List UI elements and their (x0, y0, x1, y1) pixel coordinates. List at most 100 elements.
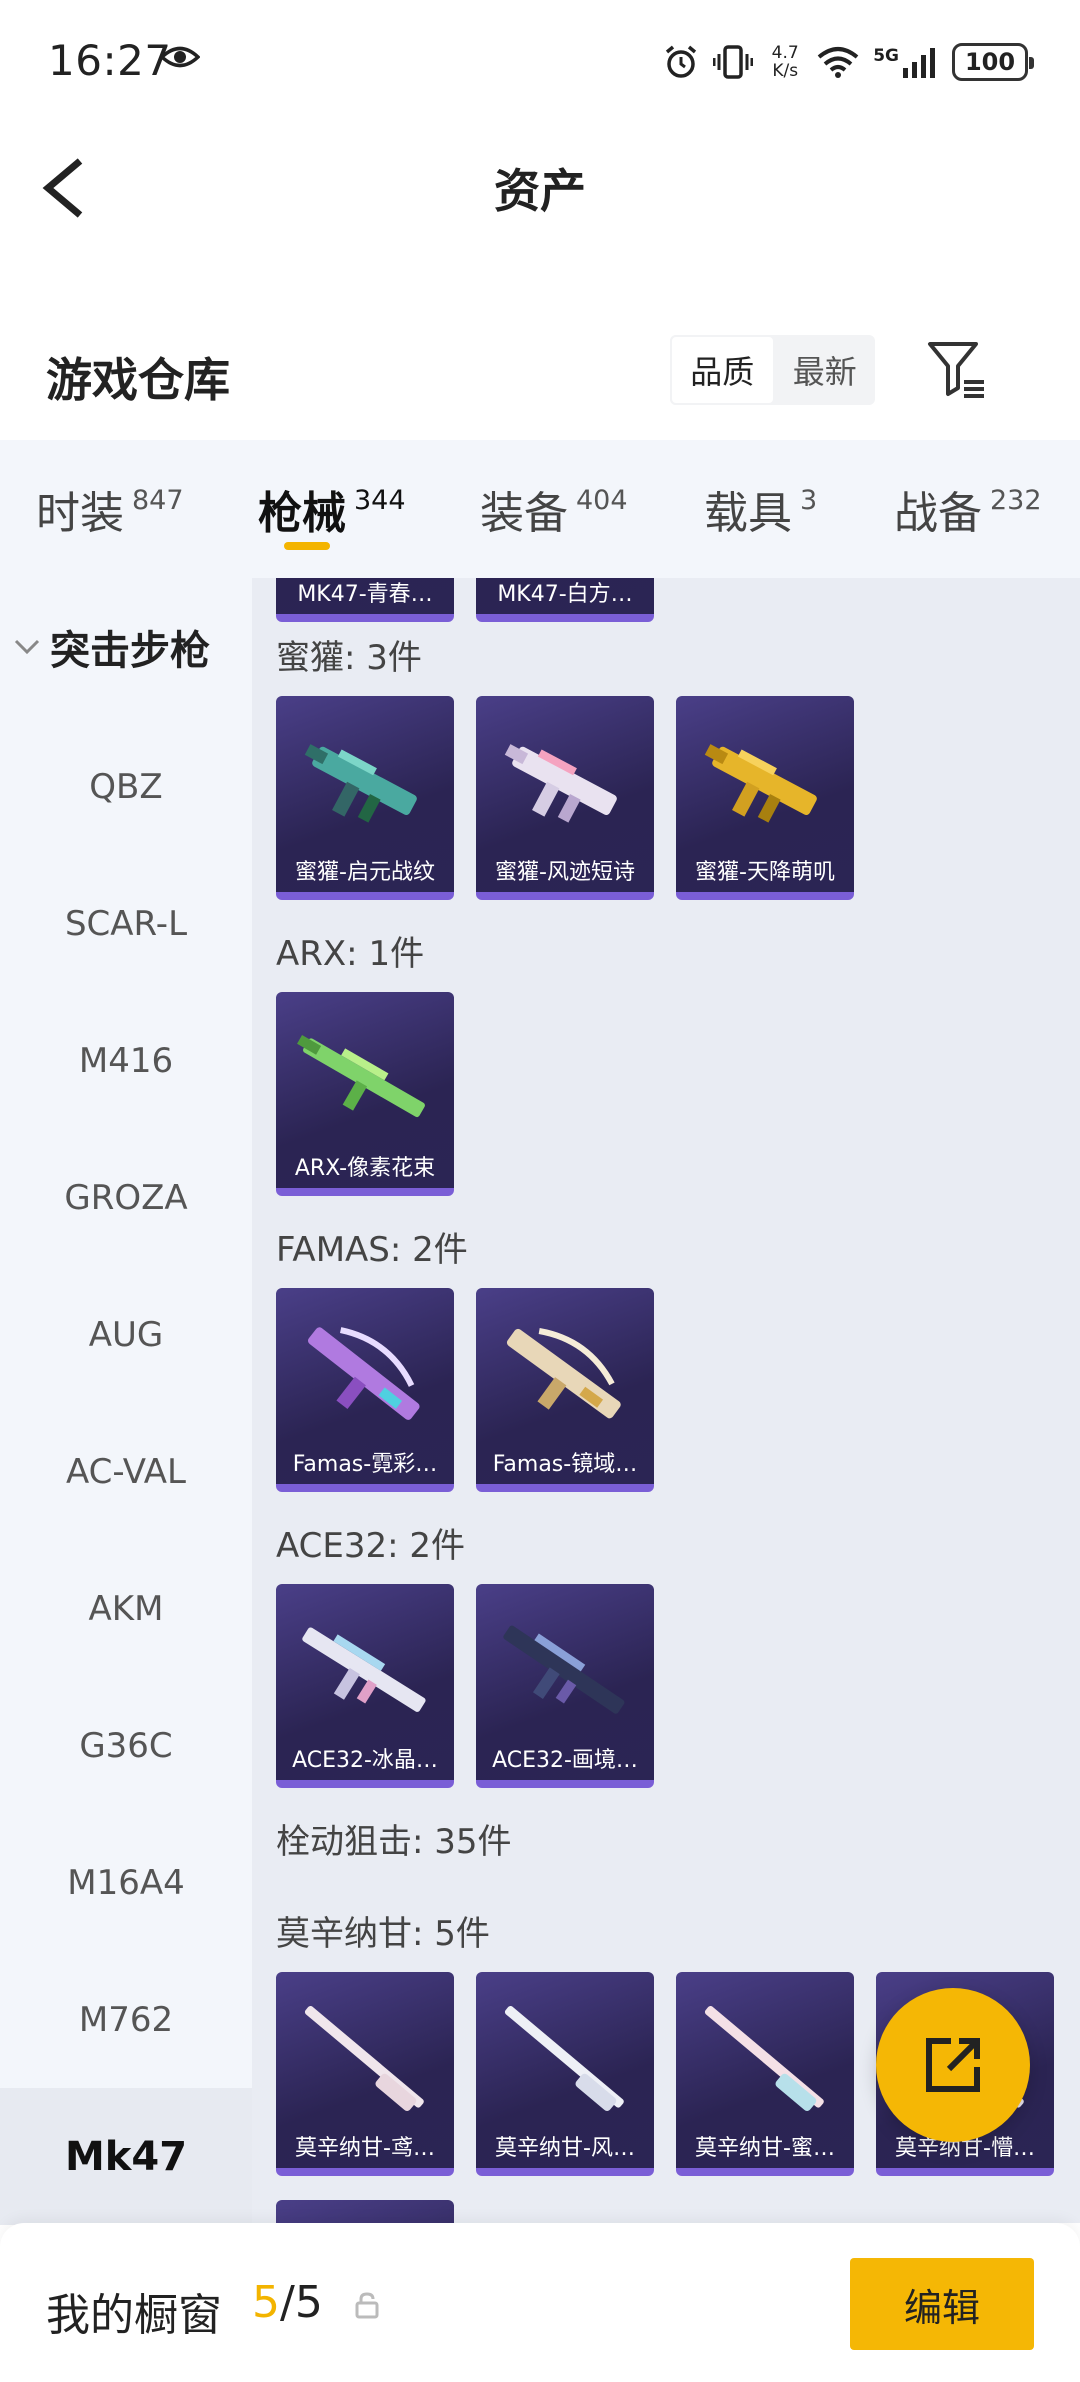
sniper-rifle-icon (304, 2005, 424, 2111)
rifle-icon (503, 1625, 625, 1714)
filter-icon[interactable] (926, 338, 988, 400)
showcase-bar: 我的橱窗 5/5 编辑 (0, 2223, 1080, 2382)
alarm-icon (666, 45, 697, 78)
cell-signal: 5G (873, 46, 938, 78)
skin-card[interactable]: 莫辛纳甘-风… (476, 1972, 654, 2176)
skin-name: 蜜獾-天降萌叽 (695, 860, 835, 885)
active-tab-indicator (283, 542, 330, 550)
tab-count: 232 (990, 484, 1042, 516)
showcase-count-current: 5 (252, 2277, 280, 2328)
skin-name: 蜜獾-启元战纹 (295, 860, 435, 885)
rifle-icon (506, 1328, 621, 1419)
group-title: 蜜獾: 3件 (276, 638, 422, 678)
showcase-count-total: /5 (280, 2277, 323, 2328)
sniper-rifle-icon (504, 2005, 624, 2111)
status-icons: 4.7 K/s 5G 100 (663, 40, 1034, 84)
share-icon (926, 2038, 980, 2092)
tab-count: 404 (576, 484, 628, 516)
skin-name: 蜜獾-风迹短诗 (495, 860, 635, 885)
tab-count: 344 (354, 484, 406, 516)
skin-card[interactable]: 蜜獾-天降萌叽 (676, 696, 854, 900)
tab-equipment[interactable]: 装备 404 (480, 440, 628, 578)
sidebar-item-m16a4[interactable]: M16A4 (0, 1814, 252, 1951)
skin-card[interactable]: ACE32-冰晶… (276, 1584, 454, 1788)
skin-card[interactable]: ACE32-画境… (476, 1584, 654, 1788)
showcase-title: 我的橱窗 (46, 2290, 222, 2341)
sidebar-item-m416[interactable]: M416 (0, 992, 252, 1129)
skin-card[interactable]: MK47-白方… (476, 578, 654, 622)
group-title: 莫辛纳甘: 5件 (276, 1914, 490, 1954)
skin-card[interactable]: ARX-像素花束 (276, 992, 454, 1196)
skin-name: ACE32-冰晶… (292, 1748, 438, 1773)
smg-icon (504, 744, 617, 823)
skin-card[interactable]: 莫辛纳甘-鸢… (276, 1972, 454, 2176)
signal-icon (903, 48, 935, 78)
sidebar-item-mk47[interactable]: Mk47 (0, 2088, 252, 2225)
sniper-rifle-icon (704, 2005, 824, 2111)
sort-latest-option[interactable]: 最新 (775, 335, 876, 405)
skin-card[interactable]: 莫辛纳甘-蜜… (676, 1972, 854, 2176)
status-time: 16:27 (48, 36, 172, 85)
tab-gear[interactable]: 战备 232 (894, 440, 1042, 578)
sort-quality-option[interactable]: 品质 (670, 335, 775, 405)
tab-label: 载具 (704, 488, 792, 539)
page-title: 资产 (494, 164, 586, 218)
eye-icon (160, 46, 200, 68)
rifle-icon (308, 1327, 420, 1420)
edit-button[interactable]: 编辑 (850, 2258, 1034, 2350)
tab-vehicles[interactable]: 载具 3 (704, 440, 817, 578)
sidebar-item-g36c[interactable]: G36C (0, 1677, 252, 1814)
lock-icon (355, 2292, 379, 2319)
skin-name: Famas-霓彩… (292, 1452, 438, 1477)
inventory-list: MK47-青春… MK47-白方… 蜜獾: 3件 蜜獾-启元战纹 蜜獾-风迹短诗… (252, 578, 1080, 2223)
rifle-icon (302, 1627, 426, 1712)
smg-icon (704, 744, 817, 823)
group-title: 栓动狙击: 35件 (276, 1822, 512, 1862)
net-speed: 4.7 K/s (767, 44, 803, 80)
vibrate-icon (713, 45, 754, 79)
net-speed-unit: K/s (772, 61, 799, 81)
smg-icon (304, 744, 417, 823)
skin-name: 莫辛纳甘-鸢… (295, 2136, 435, 2161)
sidebar-item-scar-l[interactable]: SCAR-L (0, 855, 252, 992)
skin-name: 莫辛纳甘-风… (495, 2136, 635, 2161)
share-button[interactable] (876, 1988, 1030, 2142)
sidebar-item-m762[interactable]: M762 (0, 1951, 252, 2088)
tab-guns[interactable]: 枪械 344 (258, 440, 406, 578)
sidebar-group-assault-rifles[interactable]: 突击步枪 (14, 618, 210, 676)
sidebar-item-aug[interactable]: AUG (0, 1266, 252, 1403)
skin-card[interactable]: 蜜獾-启元战纹 (276, 696, 454, 900)
sidebar-item-akm[interactable]: AKM (0, 1540, 252, 1677)
weapon-type-sidebar: 突击步枪 QBZ SCAR-L M416 GROZA AUG AC-VAL AK… (0, 578, 252, 2225)
net-speed-value: 4.7 (771, 43, 799, 63)
skin-name: Famas-镜域… (492, 1452, 638, 1477)
skin-card[interactable]: MK47-青春… (276, 578, 454, 622)
sidebar-group-label: 突击步枪 (50, 628, 210, 674)
sidebar-item-ac-val[interactable]: AC-VAL (0, 1403, 252, 1540)
skin-card[interactable]: Famas-镜域… (476, 1288, 654, 1492)
skin-card[interactable] (276, 2200, 454, 2223)
chevron-down-icon (14, 639, 40, 655)
group-title: ARX: 1件 (276, 934, 425, 974)
tab-count: 847 (132, 484, 184, 516)
battery-indicator: 100 (952, 43, 1034, 81)
tab-fashion[interactable]: 时装 847 (36, 440, 184, 578)
skin-card[interactable]: Famas-霓彩… (276, 1288, 454, 1492)
tab-count: 3 (800, 484, 818, 516)
showcase-count: 5/5 (252, 2277, 323, 2328)
group-title: ACE32: 2件 (276, 1526, 466, 1566)
sort-toggle: 品质 最新 (670, 335, 875, 405)
skin-card[interactable]: 蜜獾-风迹短诗 (476, 696, 654, 900)
skin-name: 莫辛纳甘-蜜… (695, 2136, 835, 2161)
skin-name: MK47-青春… (297, 582, 433, 607)
wifi-icon (817, 47, 859, 78)
category-tabs: 时装 847 枪械 344 装备 404 载具 3 战备 232 (0, 440, 1080, 578)
sidebar-item-groza[interactable]: GROZA (0, 1129, 252, 1266)
warehouse-header: 游戏仓库 品质 最新 (0, 320, 1080, 440)
rifle-icon (297, 1035, 425, 1118)
group-title: FAMAS: 2件 (276, 1230, 468, 1270)
skin-name: ARX-像素花束 (294, 1156, 436, 1181)
sidebar-item-qbz[interactable]: QBZ (0, 718, 252, 855)
tab-label: 时装 (36, 488, 124, 539)
skin-name: ACE32-画境… (492, 1748, 638, 1773)
